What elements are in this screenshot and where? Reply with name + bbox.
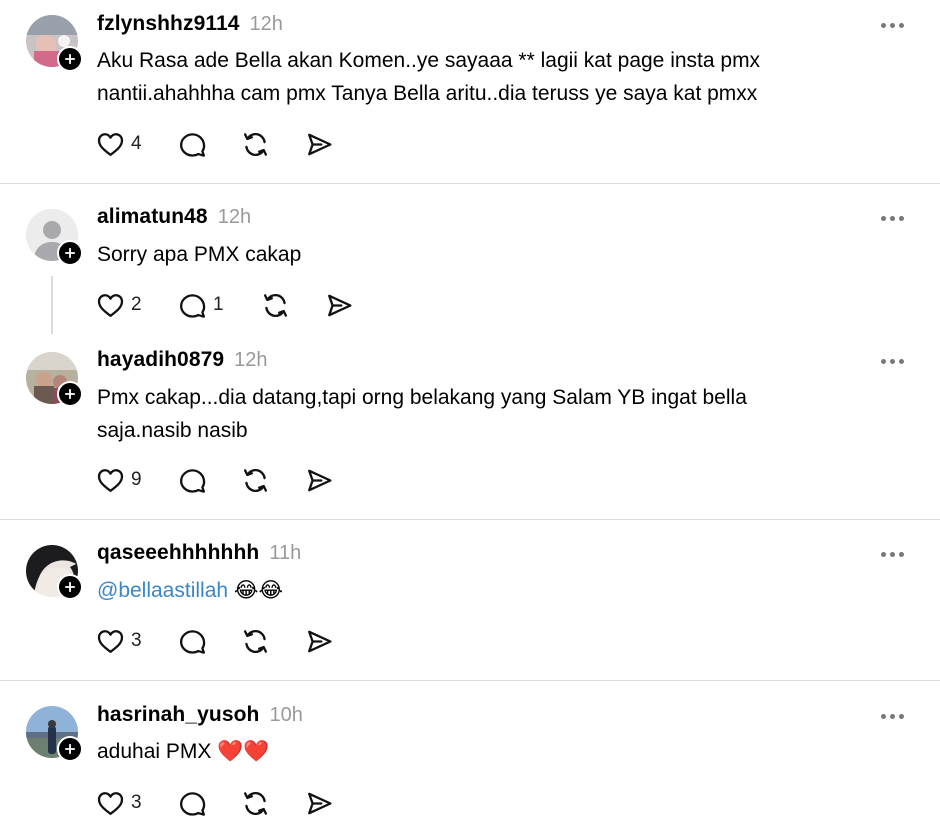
divider bbox=[0, 519, 940, 520]
like-count: 9 bbox=[131, 469, 142, 490]
like-count: 3 bbox=[131, 630, 142, 651]
like-button[interactable]: 2 bbox=[96, 290, 142, 320]
username[interactable]: hayadih0879 bbox=[97, 348, 224, 372]
share-button[interactable] bbox=[305, 129, 334, 159]
reply-count: 1 bbox=[213, 294, 224, 315]
repost-button[interactable] bbox=[241, 129, 270, 159]
send-icon bbox=[305, 789, 334, 818]
post-text-line: aduhai PMX bbox=[97, 740, 212, 763]
post-text: Aku Rasa ade Bella akan Komen..ye sayaaa… bbox=[97, 44, 897, 110]
username[interactable]: fzlynshhz9114 bbox=[97, 12, 240, 36]
heart-icon bbox=[96, 291, 125, 320]
post-text-line: nantii.ahahhha cam pmx Tanya Bella aritu… bbox=[97, 82, 758, 105]
comment-button[interactable]: 1 bbox=[178, 290, 224, 320]
like-count: 4 bbox=[131, 133, 142, 154]
like-button[interactable]: 3 bbox=[96, 788, 142, 818]
emoji: ❤️❤️ bbox=[217, 740, 270, 763]
comment-button[interactable] bbox=[178, 788, 207, 818]
divider bbox=[0, 680, 940, 681]
timestamp: 11h bbox=[269, 542, 302, 564]
like-count: 3 bbox=[131, 792, 142, 813]
like-count: 2 bbox=[131, 294, 142, 315]
repost-button[interactable] bbox=[241, 626, 270, 656]
more-options-icon[interactable] bbox=[881, 18, 911, 32]
emoji: 😂😂 bbox=[233, 579, 283, 602]
username[interactable]: qaseeehhhhhhh bbox=[97, 541, 259, 565]
like-button[interactable]: 9 bbox=[96, 465, 142, 495]
timestamp: 12h bbox=[217, 206, 252, 228]
heart-icon bbox=[96, 130, 125, 159]
share-button[interactable] bbox=[305, 465, 334, 495]
send-icon bbox=[305, 130, 334, 159]
comment-icon bbox=[178, 627, 207, 656]
share-button[interactable] bbox=[325, 290, 354, 320]
send-icon bbox=[305, 466, 334, 495]
follow-plus-icon[interactable] bbox=[57, 46, 83, 72]
heart-icon bbox=[96, 466, 125, 495]
more-options-icon[interactable] bbox=[881, 211, 911, 225]
repost-button[interactable] bbox=[261, 290, 290, 320]
comment-button[interactable] bbox=[178, 626, 207, 656]
comment-button[interactable] bbox=[178, 129, 207, 159]
username[interactable]: alimatun48 bbox=[97, 205, 208, 229]
like-button[interactable]: 3 bbox=[96, 626, 142, 656]
repost-icon bbox=[241, 466, 270, 495]
follow-plus-icon[interactable] bbox=[57, 574, 83, 600]
post-text: Sorry apa PMX cakap bbox=[97, 238, 897, 271]
repost-button[interactable] bbox=[241, 465, 270, 495]
post-text: @bellaastillah 😂😂 bbox=[97, 574, 897, 607]
repost-icon bbox=[261, 291, 290, 320]
comment-button[interactable] bbox=[178, 465, 207, 495]
post-text: Pmx cakap...dia datang,tapi orng belakan… bbox=[97, 381, 897, 447]
comment-icon bbox=[178, 291, 207, 320]
share-button[interactable] bbox=[305, 626, 334, 656]
heart-icon bbox=[96, 627, 125, 656]
comment-icon bbox=[178, 466, 207, 495]
mention-link[interactable]: @bellaastillah bbox=[97, 579, 228, 602]
repost-icon bbox=[241, 627, 270, 656]
post-text-line: Sorry apa PMX cakap bbox=[97, 243, 302, 266]
like-button[interactable]: 4 bbox=[96, 129, 142, 159]
divider bbox=[0, 183, 940, 184]
follow-plus-icon[interactable] bbox=[57, 736, 83, 762]
more-options-icon[interactable] bbox=[881, 354, 911, 368]
timestamp: 10h bbox=[269, 704, 303, 726]
more-options-icon[interactable] bbox=[881, 709, 911, 723]
follow-plus-icon[interactable] bbox=[57, 240, 83, 266]
thread-connector bbox=[51, 276, 53, 334]
post-text: aduhai PMX ❤️❤️ bbox=[97, 735, 897, 768]
repost-icon bbox=[241, 130, 270, 159]
heart-icon bbox=[96, 789, 125, 818]
post-text-line: saja.nasib nasib bbox=[97, 419, 248, 442]
more-options-icon[interactable] bbox=[881, 547, 911, 561]
username[interactable]: hasrinah_yusoh bbox=[97, 703, 259, 727]
comment-icon bbox=[178, 130, 207, 159]
post-text-line: Pmx cakap...dia datang,tapi orng belakan… bbox=[97, 386, 747, 409]
repost-icon bbox=[241, 789, 270, 818]
repost-button[interactable] bbox=[241, 788, 270, 818]
send-icon bbox=[305, 627, 334, 656]
send-icon bbox=[325, 291, 354, 320]
timestamp: 12h bbox=[234, 349, 268, 371]
post-text-line: Aku Rasa ade Bella akan Komen..ye sayaaa… bbox=[97, 49, 761, 72]
follow-plus-icon[interactable] bbox=[57, 381, 83, 407]
timestamp: 12h bbox=[249, 13, 283, 35]
share-button[interactable] bbox=[305, 788, 334, 818]
comment-icon bbox=[178, 789, 207, 818]
